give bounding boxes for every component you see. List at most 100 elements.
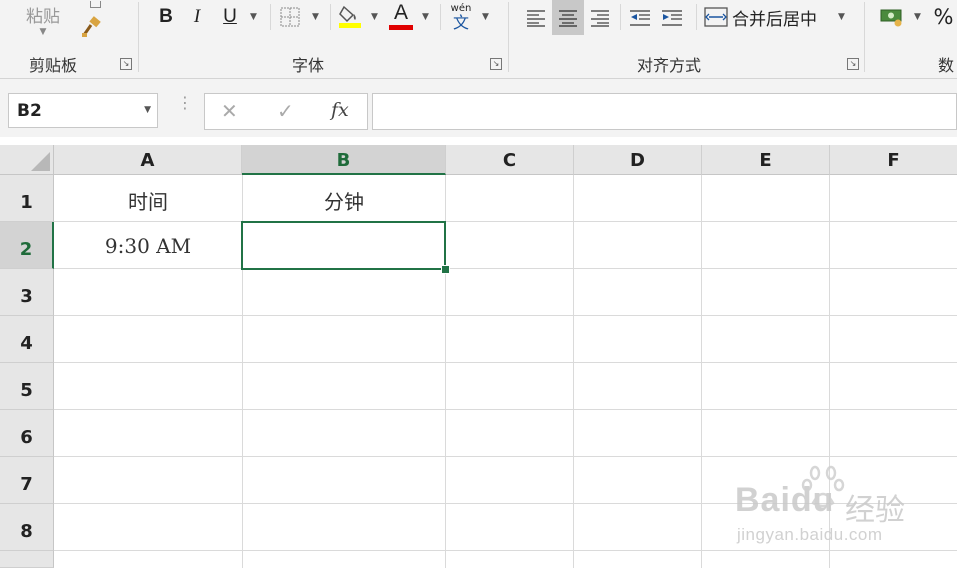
underline-button[interactable]: U [218,4,242,30]
formula-buttons: ✕ ✓ fx [204,93,368,130]
phonetic-guide-button[interactable]: wén 文 [448,2,474,32]
cell-b1[interactable]: 分钟 [242,186,446,215]
increase-indent-icon [662,10,682,26]
merge-center-icon [704,7,728,27]
formula-bar-grip-icon[interactable]: ⋮ [177,95,193,111]
formula-input[interactable] [372,93,957,130]
paste-button[interactable]: 粘贴 ▼ [18,0,68,40]
name-box-value: B2 [17,101,42,121]
watermark-url: jingyan.baidu.com [737,525,883,544]
row-header-9[interactable] [0,551,54,568]
italic-button[interactable]: I [186,4,208,30]
fill-handle[interactable] [441,265,450,274]
separator [864,2,865,72]
watermark-brand: Baidu [735,481,835,519]
align-right-button[interactable] [586,2,614,34]
name-box[interactable]: B2 ▼ [8,93,158,128]
fill-color-dropdown-icon[interactable]: ▼ [371,12,378,22]
separator [508,2,509,72]
bold-button[interactable]: B [155,4,177,30]
decrease-indent-button[interactable] [626,2,654,34]
separator [138,2,139,72]
cell-a2[interactable]: 9:30 AM [54,234,242,258]
gridline [701,175,702,568]
fill-color-button[interactable] [337,2,363,30]
merge-center-button[interactable]: 合并后居中 [704,2,834,32]
font-color-dropdown-icon[interactable]: ▼ [422,12,429,22]
select-all-triangle-icon [31,152,50,171]
percent-label: % [933,5,954,29]
alignment-launcher-icon[interactable]: ↘ [847,58,859,70]
row-header-2[interactable]: 2 [0,222,54,269]
paste-dropdown-icon[interactable]: ▼ [40,27,47,37]
name-box-dropdown-icon[interactable]: ▼ [144,105,151,115]
clipboard-launcher-icon[interactable]: ↘ [120,58,132,70]
align-left-button[interactable] [522,2,550,34]
currency-icon [880,9,902,27]
gridline [54,456,957,457]
cell-a1[interactable]: 时间 [54,186,242,215]
borders-icon [280,7,300,27]
format-painter-button[interactable] [78,14,104,40]
font-color-button[interactable]: A [388,2,414,30]
accounting-format-button[interactable] [878,4,906,30]
column-header-e[interactable]: E [702,145,830,175]
align-left-icon [527,10,545,27]
column-header-b[interactable]: B [242,145,446,175]
column-header-c[interactable]: C [446,145,574,175]
baidu-watermark: Baidu 经验 jingyan.baidu.com [735,463,957,568]
percent-style-button[interactable]: % [930,2,957,32]
gridline [54,315,957,316]
align-center-icon [559,9,577,27]
enter-icon[interactable]: ✓ [277,99,294,123]
merge-dropdown-icon[interactable]: ▼ [838,12,845,22]
row-header-6[interactable]: 6 [0,410,54,457]
alignment-group-label: 对齐方式 [637,56,702,75]
format-painter-icon [82,16,101,37]
decrease-indent-icon [630,10,650,26]
bold-label: B [159,6,173,27]
gridline [54,221,957,222]
select-all-button[interactable] [0,145,54,175]
fill-bucket-icon [339,5,361,28]
phonetic-dropdown-icon[interactable]: ▼ [482,12,489,22]
ribbon: 粘贴 ▼ 剪贴板 ↘ B I U ▼ ▼ ▼ A ▼ wén 文 ▼ 字体 ↘ … [0,0,957,79]
row-header-4[interactable]: 4 [0,316,54,363]
separator [696,4,697,30]
gridline [54,409,957,410]
underline-dropdown-icon[interactable]: ▼ [250,12,257,22]
row-header-1[interactable]: 1 [0,175,54,222]
watermark-brand-cn: 经验 [845,494,905,527]
separator [440,4,441,30]
separator [620,4,621,30]
increase-indent-button[interactable] [658,2,686,34]
row-header-5[interactable]: 5 [0,363,54,410]
clipboard-group-label: 剪贴板 [29,56,78,75]
phonetic-bottom-label: 文 [452,13,469,32]
insert-function-icon[interactable]: fx [331,99,349,121]
active-cell-border [241,221,446,270]
align-center-button[interactable] [552,0,584,35]
column-header-a[interactable]: A [54,145,242,175]
underline-label: U [223,6,237,27]
separator [330,4,331,30]
row-header-7[interactable]: 7 [0,457,54,504]
separator [270,4,271,30]
italic-label: I [193,6,201,27]
row-header-8[interactable]: 8 [0,504,54,551]
row-header-3[interactable]: 3 [0,269,54,316]
borders-button[interactable] [278,5,302,29]
cancel-icon[interactable]: ✕ [221,99,238,123]
copy-button[interactable] [86,0,104,8]
column-header-f[interactable]: F [830,145,957,175]
font-launcher-icon[interactable]: ↘ [490,58,502,70]
column-header-d[interactable]: D [574,145,702,175]
merge-center-label: 合并后居中 [732,9,817,30]
gridline [54,268,957,269]
accounting-dropdown-icon[interactable]: ▼ [914,12,921,22]
paste-label: 粘贴 [26,6,60,27]
borders-dropdown-icon[interactable]: ▼ [312,12,319,22]
font-color-label: A [393,0,408,24]
gridline [54,362,957,363]
gridline [573,175,574,568]
